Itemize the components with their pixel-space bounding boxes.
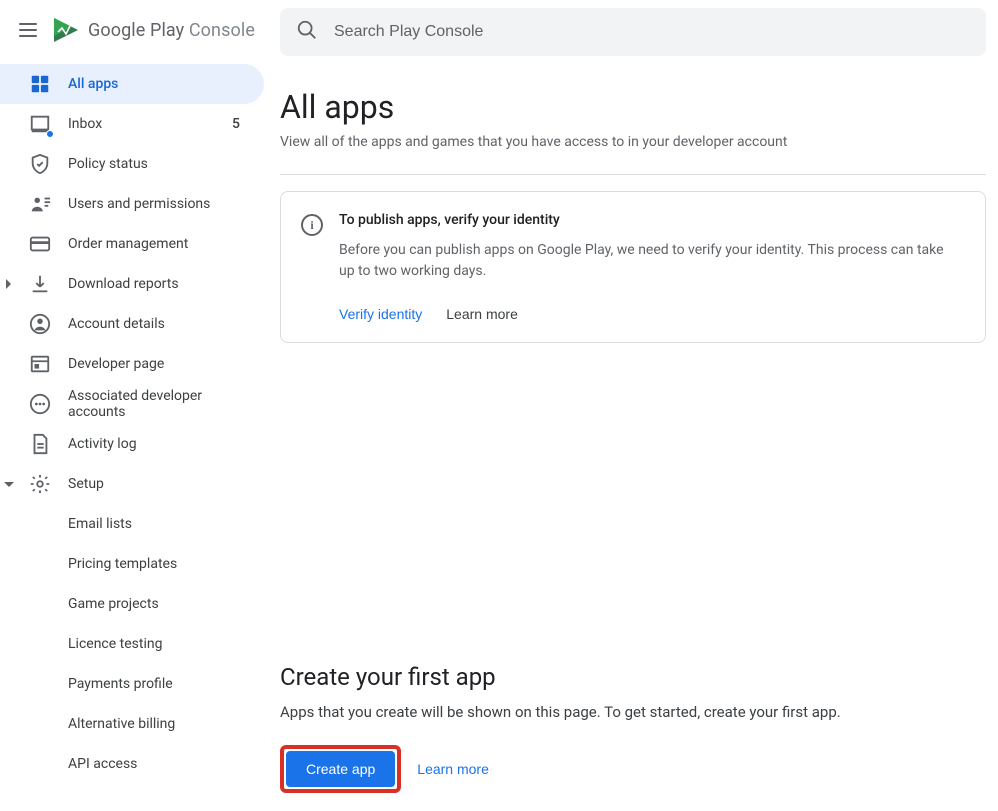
play-console-logo-icon	[52, 16, 80, 44]
create-section-body: Apps that you create will be shown on th…	[280, 703, 986, 721]
users-icon	[28, 192, 52, 216]
main-content: All apps View all of the apps and games …	[280, 0, 998, 811]
sidebar-subitem-pricing-templates[interactable]: Pricing templates	[0, 544, 264, 584]
hamburger-menu-icon[interactable]	[16, 18, 40, 42]
info-card-title: To publish apps, verify your identity	[339, 212, 961, 228]
page-title: All apps	[280, 88, 986, 126]
sidebar-item-label: Order management	[68, 236, 248, 252]
apps-grid-icon	[28, 72, 52, 96]
sidebar-subitem-payments-profile[interactable]: Payments profile	[0, 664, 264, 704]
info-card-body: Before you can publish apps on Google Pl…	[339, 240, 961, 282]
sidebar-item-policy-status[interactable]: Policy status	[0, 144, 264, 184]
sidebar-item-label: Associated developer accounts	[68, 388, 248, 420]
page-header: All apps View all of the apps and games …	[280, 88, 986, 175]
collapse-caret-icon	[4, 482, 14, 487]
download-icon	[28, 272, 52, 296]
sidebar-item-order-management[interactable]: Order management	[0, 224, 264, 264]
sidebar-item-label: Inbox	[68, 116, 216, 132]
sidebar-subitem-game-projects[interactable]: Game projects	[0, 584, 264, 624]
search-input[interactable]	[334, 23, 970, 41]
verify-identity-button[interactable]: Verify identity	[339, 306, 422, 322]
sidebar-item-label: Users and permissions	[68, 196, 248, 212]
search-bar[interactable]	[280, 8, 986, 56]
sidebar-item-label: Policy status	[68, 156, 248, 172]
inbox-notification-dot-icon	[46, 130, 54, 138]
verify-identity-card: i To publish apps, verify your identity …	[280, 191, 986, 343]
gear-icon	[28, 472, 52, 496]
learn-more-button[interactable]: Learn more	[446, 306, 518, 322]
create-learn-more-link[interactable]: Learn more	[417, 761, 489, 777]
create-app-highlight: Create app	[280, 745, 401, 793]
info-icon: i	[301, 214, 323, 236]
sidebar-item-developer-page[interactable]: Developer page	[0, 344, 264, 384]
setup-submenu: Email lists Pricing templates Game proje…	[0, 504, 280, 784]
sidebar-subitem-licence-testing[interactable]: Licence testing	[0, 624, 264, 664]
associated-accounts-icon	[28, 392, 52, 416]
sidebar-item-setup[interactable]: Setup	[0, 464, 264, 504]
sidebar: Google Play Console All apps Inbox 5	[0, 0, 280, 811]
web-page-icon	[28, 352, 52, 376]
page-subtitle: View all of the apps and games that you …	[280, 134, 986, 175]
expand-caret-icon	[6, 279, 11, 289]
sidebar-item-label: Activity log	[68, 436, 248, 452]
sidebar-subitem-alternative-billing[interactable]: Alternative billing	[0, 704, 264, 744]
credit-card-icon	[28, 232, 52, 256]
inbox-icon	[28, 112, 52, 136]
spacer	[280, 343, 986, 663]
shield-icon	[28, 152, 52, 176]
sidebar-item-inbox[interactable]: Inbox 5	[0, 104, 264, 144]
sidebar-item-label: Download reports	[68, 276, 248, 292]
sidebar-item-label: Setup	[68, 476, 248, 492]
sidebar-nav: All apps Inbox 5 Policy status	[0, 64, 280, 784]
sidebar-item-users-permissions[interactable]: Users and permissions	[0, 184, 264, 224]
brand-logo[interactable]: Google Play Console	[52, 16, 255, 44]
sidebar-header: Google Play Console	[0, 8, 280, 56]
sidebar-item-label: Developer page	[68, 356, 248, 372]
sidebar-subitem-api-access[interactable]: API access	[0, 744, 264, 784]
document-icon	[28, 432, 52, 456]
inbox-badge: 5	[232, 116, 248, 132]
sidebar-item-all-apps[interactable]: All apps	[0, 64, 264, 104]
sidebar-item-label: Account details	[68, 316, 248, 332]
sidebar-item-download-reports[interactable]: Download reports	[0, 264, 264, 304]
account-icon	[28, 312, 52, 336]
sidebar-subitem-email-lists[interactable]: Email lists	[0, 504, 264, 544]
search-icon	[296, 19, 318, 45]
brand-text: Google Play Console	[88, 20, 255, 41]
sidebar-item-label: All apps	[68, 76, 248, 92]
sidebar-item-account-details[interactable]: Account details	[0, 304, 264, 344]
create-section-title: Create your first app	[280, 663, 986, 691]
sidebar-item-associated-accounts[interactable]: Associated developer accounts	[0, 384, 264, 424]
sidebar-item-activity-log[interactable]: Activity log	[0, 424, 264, 464]
create-app-button[interactable]: Create app	[286, 751, 395, 787]
create-app-actions: Create app Learn more	[280, 745, 986, 793]
